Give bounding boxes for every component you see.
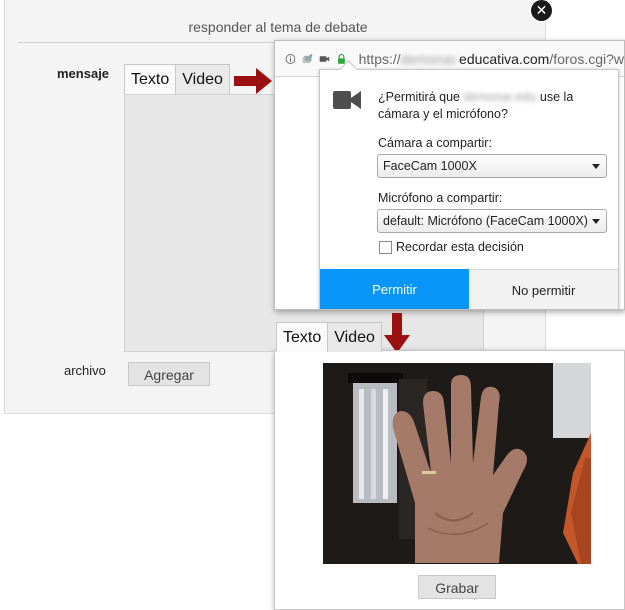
- editor-tabs: Texto Video: [124, 64, 230, 94]
- info-icon[interactable]: [285, 51, 296, 67]
- mensaje-label: mensaje: [57, 66, 110, 81]
- chevron-down-icon: [592, 219, 600, 224]
- permission-dialog: ¿Permitirá que demonar.edu use la cámara…: [319, 60, 619, 309]
- tab-texto-bottom[interactable]: Texto: [276, 322, 329, 352]
- webcam-hand-image: [323, 363, 591, 564]
- video-recorder-panel: Grabar: [274, 350, 625, 610]
- microphone-select-value: default: Micrófono (FaceCam 1000X): [383, 214, 588, 228]
- tab-texto[interactable]: Texto: [124, 64, 177, 94]
- close-icon[interactable]: ✕: [531, 0, 552, 21]
- permissions-icon[interactable]: [302, 51, 313, 67]
- grabar-button[interactable]: Grabar: [418, 575, 496, 599]
- mic-share-label: Micrófono a compartir:: [378, 191, 503, 205]
- webcam-preview: [323, 363, 591, 564]
- video-tabs: Texto Video: [276, 322, 382, 352]
- red-arrow-right-icon: [234, 68, 272, 94]
- deny-button[interactable]: No permitir: [469, 269, 618, 309]
- permission-buttons: Permitir No permitir: [320, 269, 618, 309]
- video-camera-icon: [333, 91, 361, 109]
- form-header: responder al tema de debate: [18, 8, 538, 43]
- camera-select[interactable]: FaceCam 1000X: [377, 154, 607, 178]
- remember-decision-row[interactable]: Recordar esta decisión: [379, 240, 524, 254]
- red-arrow-down-icon: [384, 313, 410, 353]
- url-text[interactable]: https://demonar.educativa.com/foros.cgi?…: [359, 51, 624, 67]
- browser-window: https://demonar.educativa.com/foros.cgi?…: [274, 40, 625, 310]
- camera-share-label: Cámara a compartir:: [378, 136, 492, 150]
- chevron-down-icon: [592, 164, 600, 169]
- archivo-label: archivo: [64, 363, 106, 378]
- permission-question: ¿Permitirá que demonar.edu use la cámara…: [378, 90, 574, 121]
- remember-label: Recordar esta decisión: [396, 240, 524, 254]
- allow-button[interactable]: Permitir: [320, 269, 469, 309]
- remember-checkbox[interactable]: [379, 240, 392, 254]
- tab-video[interactable]: Video: [176, 64, 230, 94]
- camera-icon[interactable]: [319, 51, 330, 67]
- agregar-button[interactable]: Agregar: [128, 362, 210, 386]
- microphone-select[interactable]: default: Micrófono (FaceCam 1000X): [377, 209, 607, 233]
- camera-select-value: FaceCam 1000X: [383, 159, 477, 173]
- tab-video-bottom[interactable]: Video: [328, 322, 382, 352]
